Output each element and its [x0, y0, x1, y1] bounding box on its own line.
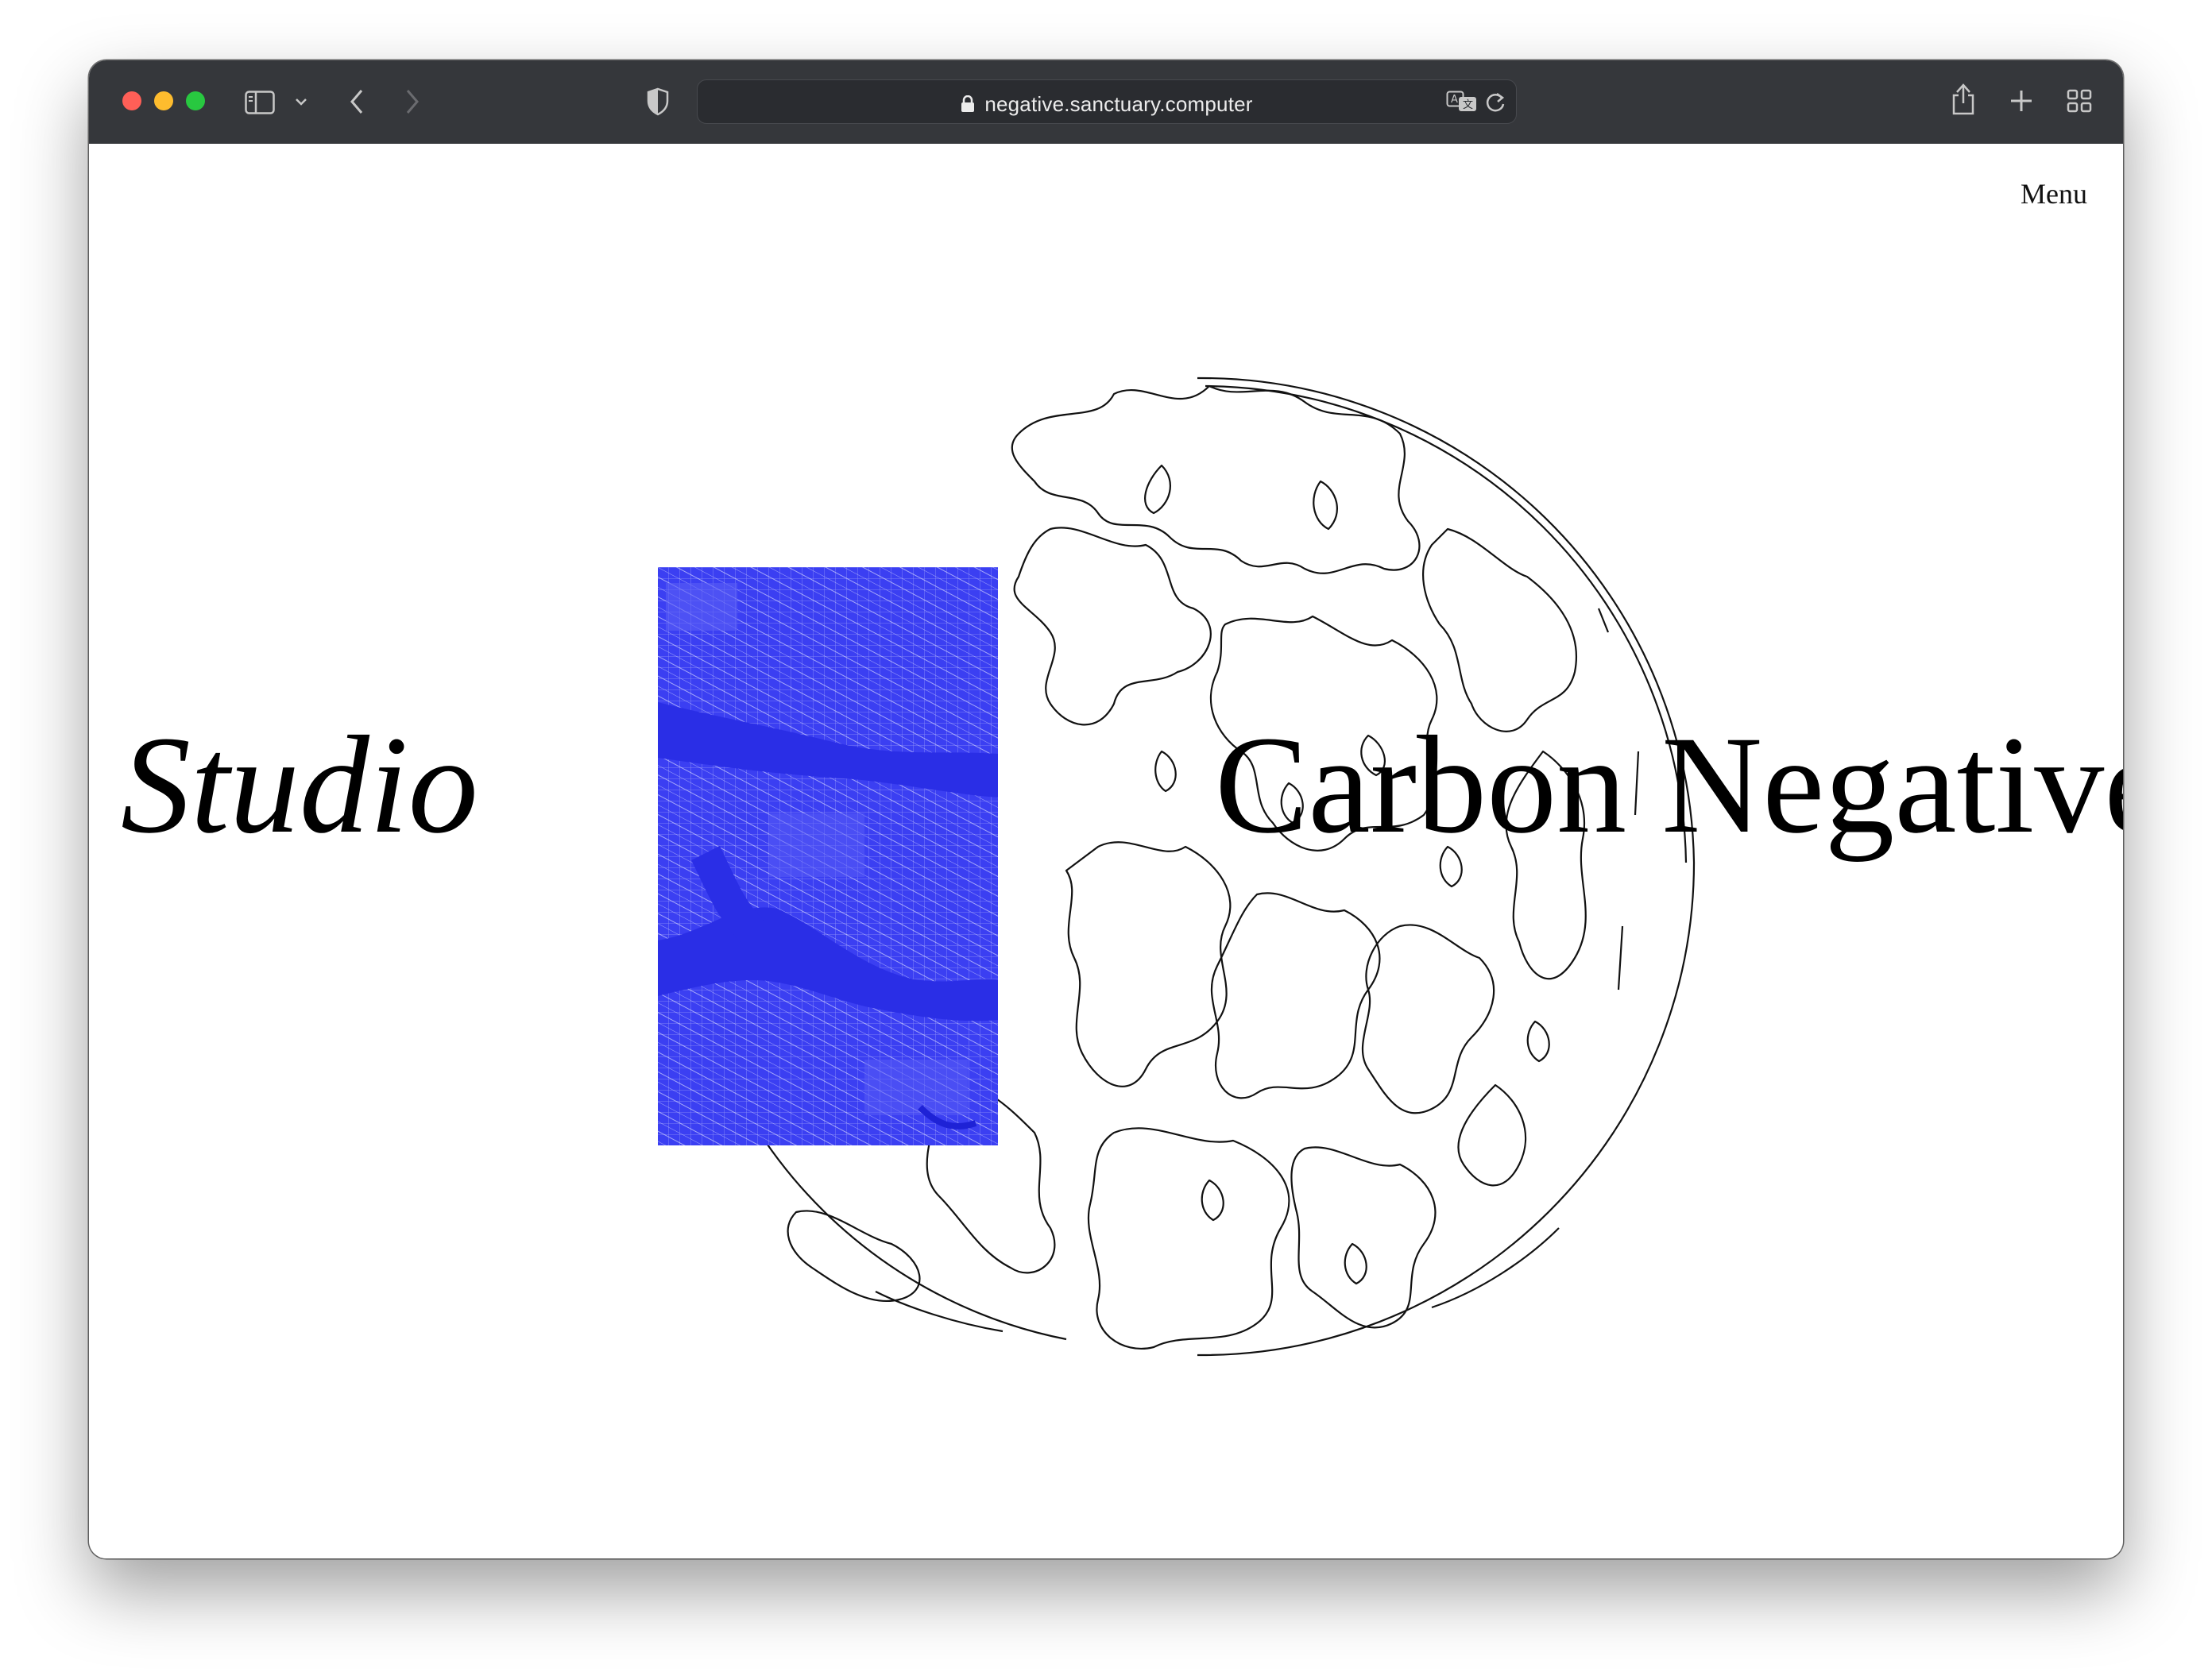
aerial-city-photo: [658, 567, 998, 1145]
translate-icon[interactable]: A文: [1446, 91, 1478, 113]
lock-icon: [961, 94, 975, 118]
forward-arrow-icon[interactable]: [404, 87, 421, 116]
sidebar-icon[interactable]: [245, 91, 275, 114]
close-window-button[interactable]: [122, 91, 141, 110]
plus-icon[interactable]: [2009, 89, 2033, 113]
shield-icon[interactable]: [646, 87, 670, 116]
menu-link[interactable]: Menu: [2021, 177, 2087, 210]
chevron-down-icon[interactable]: [295, 98, 307, 106]
headline-studio: Studio: [121, 708, 478, 863]
minimize-window-button[interactable]: [154, 91, 173, 110]
zoom-window-button[interactable]: [186, 91, 205, 110]
url-text: negative.sanctuary.computer: [698, 92, 1516, 118]
back-arrow-icon[interactable]: [348, 87, 365, 116]
url-label: negative.sanctuary.computer: [984, 92, 1253, 116]
svg-text:A: A: [1451, 94, 1458, 106]
tab-overview-icon[interactable]: [2067, 89, 2092, 113]
browser-toolbar: negative.sanctuary.computer A文: [89, 60, 2123, 145]
page-content: Menu Studio Carbon Negative: [89, 144, 2123, 1558]
address-bar[interactable]: negative.sanctuary.computer A文: [697, 79, 1517, 124]
svg-text:文: 文: [1463, 99, 1473, 111]
browser-window: negative.sanctuary.computer A文 Menu Stud…: [89, 60, 2123, 1558]
reload-icon[interactable]: [1484, 91, 1506, 114]
share-icon[interactable]: [1951, 83, 1976, 116]
headline-carbon-negative: Carbon Negative: [1215, 708, 2123, 863]
